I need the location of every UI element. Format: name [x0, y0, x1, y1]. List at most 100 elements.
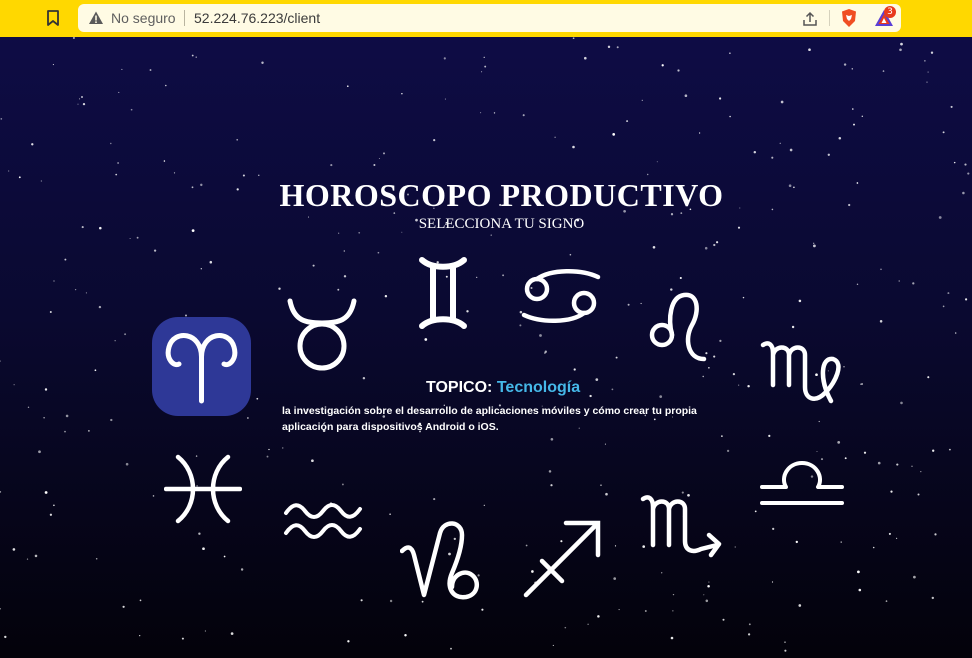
star [900, 42, 903, 46]
star [857, 570, 860, 574]
warning-icon[interactable] [88, 10, 104, 26]
capricorn-sign-button[interactable] [400, 519, 482, 601]
star [522, 114, 525, 117]
star [27, 406, 30, 409]
star [268, 448, 270, 451]
star [552, 644, 554, 646]
star [502, 274, 505, 277]
star [95, 558, 98, 560]
star [121, 68, 123, 70]
taurus-sign-button[interactable] [286, 295, 358, 373]
pisces-icon [164, 454, 242, 524]
star [684, 94, 688, 97]
star [572, 145, 575, 149]
star [858, 588, 862, 592]
brave-shield-icon[interactable] [839, 8, 859, 28]
star [152, 495, 155, 497]
star [641, 99, 643, 102]
star [191, 54, 194, 57]
star [605, 492, 608, 496]
leo-sign-button[interactable] [648, 291, 708, 365]
sagittarius-sign-button[interactable] [522, 519, 602, 599]
star [53, 280, 55, 282]
security-label[interactable]: No seguro [111, 10, 176, 26]
star [703, 594, 705, 596]
star [77, 103, 79, 105]
star [53, 504, 55, 507]
star [931, 596, 934, 600]
star [890, 490, 893, 493]
star [117, 162, 119, 164]
star [377, 251, 380, 254]
star [125, 462, 129, 466]
virgo-icon [760, 341, 841, 404]
virgo-sign-button[interactable] [759, 335, 847, 407]
star [927, 376, 930, 379]
star [72, 37, 75, 40]
star [450, 647, 452, 650]
star [789, 148, 793, 152]
star [129, 237, 131, 240]
star [337, 288, 340, 291]
star [110, 142, 112, 145]
star [932, 449, 935, 452]
star [49, 310, 52, 314]
star [481, 71, 483, 73]
star [747, 384, 750, 388]
aquarius-sign-button[interactable] [283, 499, 363, 543]
star [52, 64, 54, 66]
star [661, 64, 664, 67]
star [362, 376, 366, 380]
share-icon[interactable] [801, 10, 819, 28]
scorpio-sign-button[interactable] [639, 489, 725, 559]
star [261, 61, 264, 65]
star [713, 355, 716, 358]
star [43, 417, 45, 419]
leo-icon [649, 292, 707, 362]
scorpio-icon [640, 495, 722, 558]
address-bar[interactable]: No seguro 52.224.76.223/client 3 [78, 4, 901, 32]
star [748, 623, 751, 626]
star [209, 260, 213, 264]
url-text[interactable]: 52.224.76.223/client [194, 10, 320, 26]
star [554, 136, 556, 138]
star [652, 246, 656, 249]
libra-sign-button[interactable] [760, 459, 844, 509]
gemini-sign-button[interactable] [418, 255, 468, 331]
star [895, 537, 898, 540]
cancer-sign-button[interactable] [521, 265, 601, 327]
aries-icon [165, 333, 238, 404]
star [659, 395, 663, 398]
star [240, 568, 244, 571]
cancer-icon [521, 269, 601, 323]
star [44, 388, 48, 391]
bookmark-icon[interactable] [40, 6, 66, 30]
star [153, 249, 157, 252]
star [493, 112, 496, 114]
star [443, 57, 446, 60]
star [258, 174, 260, 176]
star [569, 253, 572, 256]
star [771, 156, 774, 159]
pisces-sign-button[interactable] [164, 453, 242, 525]
topic-description: la investigación sobre el desarrollo de … [282, 405, 697, 433]
horoscope-page: HOROSCOPO PRODUCTIVO SELECCIONA TU SIGNO [0, 37, 972, 658]
star [930, 51, 934, 54]
star [604, 443, 606, 445]
star [656, 161, 658, 163]
star [584, 56, 587, 60]
star [382, 152, 386, 155]
star [223, 555, 226, 558]
star [424, 338, 428, 341]
star [872, 546, 875, 549]
star [82, 102, 86, 106]
star [373, 163, 376, 167]
star [0, 118, 3, 120]
star [34, 554, 38, 558]
star [130, 108, 133, 111]
star [278, 287, 281, 290]
star [110, 418, 113, 422]
browser-toolbar: No seguro 52.224.76.223/client 3 [0, 0, 972, 37]
url-separator [184, 10, 185, 26]
aries-sign-button[interactable] [152, 317, 251, 416]
